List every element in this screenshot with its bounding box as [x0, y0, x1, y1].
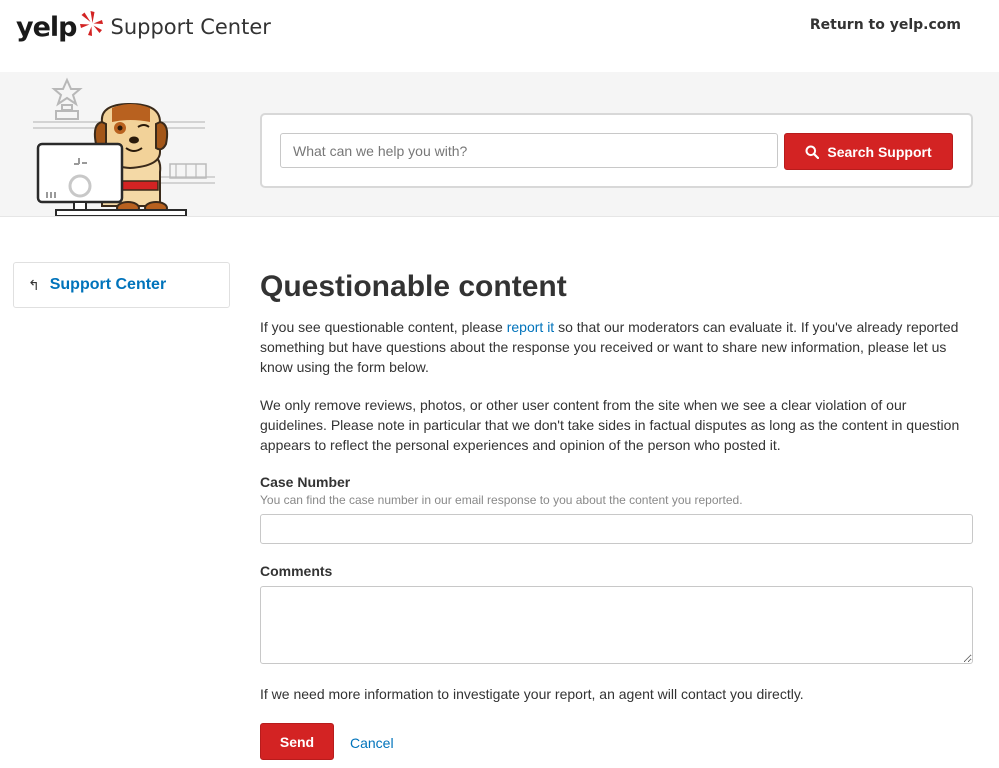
back-arrow-icon: ↰ — [28, 276, 40, 293]
cancel-link[interactable]: Cancel — [350, 735, 394, 751]
policy-paragraph: We only remove reviews, photos, or other… — [260, 397, 960, 453]
page-title: Questionable content — [260, 270, 567, 303]
yelp-burst-icon — [79, 11, 103, 36]
dog-at-computer-illustration — [33, 77, 215, 216]
form-actions: Send Cancel — [260, 723, 974, 760]
intro-text-before: If you see questionable content, please — [260, 319, 507, 335]
top-header: yelp Support Center Return to yelp.com — [0, 0, 999, 72]
logo-subtitle: Support Center — [110, 14, 271, 39]
search-icon — [805, 145, 820, 159]
sidebar-item-label: Support Center — [49, 276, 167, 293]
search-support-button[interactable]: Search Support — [784, 133, 953, 170]
send-button[interactable]: Send — [260, 723, 334, 760]
search-panel: Search Support — [260, 113, 973, 188]
main-content: Questionable content If you see question… — [260, 268, 974, 760]
search-input[interactable] — [280, 133, 778, 168]
logo-wordmark: yelp — [16, 11, 77, 43]
comments-textarea[interactable] — [260, 586, 973, 664]
yelp-logo[interactable]: yelp Support Center — [16, 8, 271, 46]
hero-banner: Search Support — [0, 72, 999, 217]
intro-paragraph: If you see questionable content, please … — [260, 317, 974, 377]
case-number-help: You can find the case number in our emai… — [260, 493, 743, 507]
search-button-label: Search Support — [827, 143, 932, 160]
comments-label: Comments — [260, 563, 333, 579]
case-number-label: Case Number — [260, 474, 351, 490]
return-to-yelp-link[interactable]: Return to yelp.com — [810, 17, 961, 33]
case-number-input[interactable] — [260, 514, 973, 544]
sidebar-support-center-link[interactable]: ↰ Support Center — [13, 262, 230, 308]
report-it-link[interactable]: report it — [507, 319, 554, 335]
contact-note: If we need more information to investiga… — [260, 686, 804, 702]
